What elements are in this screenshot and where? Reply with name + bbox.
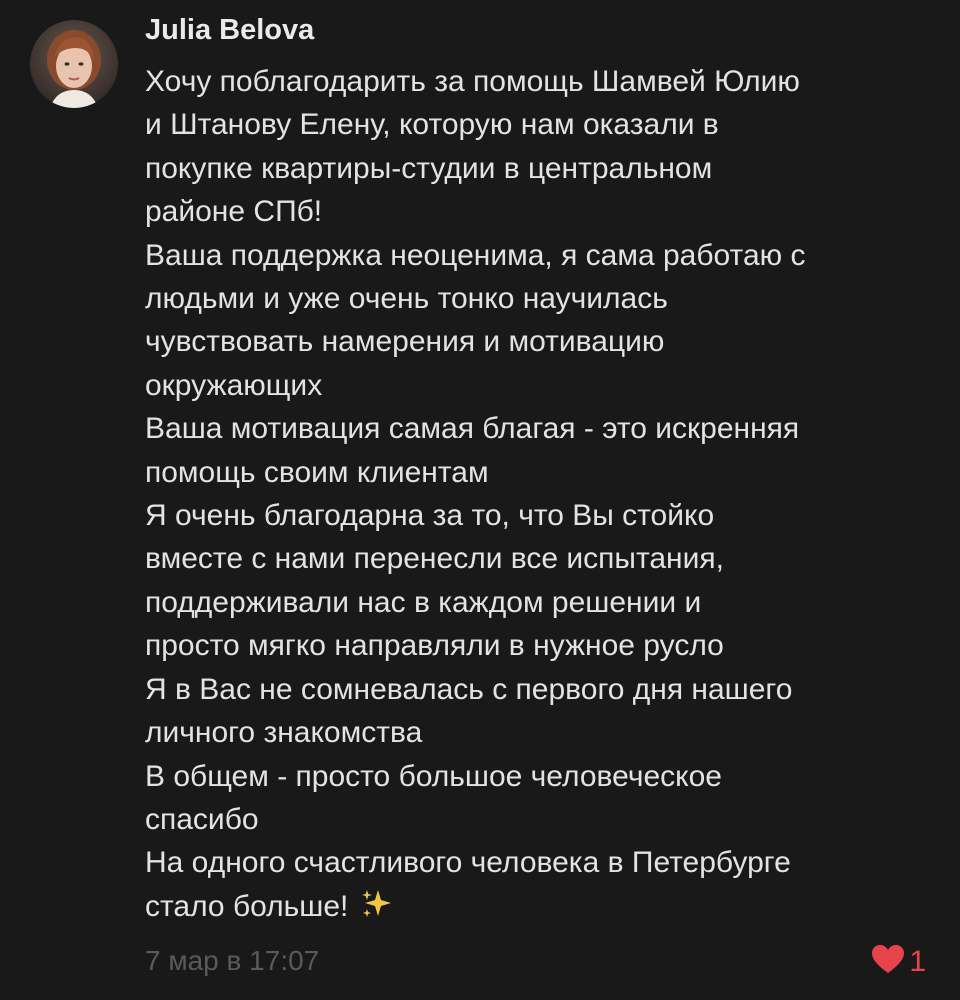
like-button[interactable]: 1 [871, 944, 926, 979]
heart-icon [871, 944, 905, 979]
avatar[interactable] [30, 20, 118, 108]
sparkles-icon [360, 888, 392, 932]
author-name[interactable]: Julia Belova [145, 14, 314, 47]
comment-line: окружающих [145, 368, 323, 402]
comment-line: помощь своим клиентам [145, 455, 489, 489]
comment-line: В общем - просто большое человеческое [145, 759, 722, 793]
comment-line: Я в Вас не сомневалась с первого дня наш… [145, 672, 793, 706]
comment: Julia Belova Хочу поблагодарить за помощ… [0, 0, 960, 1000]
comment-line: и Штанову Елену, которую нам оказали в [145, 108, 719, 142]
comment-line: На одного счастливого человека в Петербу… [145, 846, 791, 880]
comment-line-last: стало больше! [145, 885, 945, 932]
comment-line: вместе с нами перенесли все испытания, [145, 542, 724, 576]
comment-line: Я очень благодарна за то, что Вы стойко [145, 499, 715, 533]
comment-line: Ваша поддержка неоценима, я сама работаю… [145, 238, 806, 272]
comment-line: Хочу поблагодарить за помощь Шамвей Юлию [145, 65, 800, 98]
comment-line: покупке квартиры-студии в центральном [145, 151, 713, 185]
comment-line: спасибо [145, 802, 259, 836]
comment-line: людьми и уже очень тонко научилась [145, 282, 668, 316]
comment-line: личного знакомства [145, 716, 423, 750]
like-count: 1 [909, 944, 926, 978]
comment-line: чувствовать намерения и мотивацию [145, 325, 665, 359]
comment-line: Ваша мотивация самая благая - это искрен… [145, 412, 800, 446]
comment-text: Хочу поблагодарить за помощь Шамвей Юлию… [145, 60, 945, 932]
user-photo-icon [30, 20, 118, 108]
comment-line: районе СПб! [145, 195, 323, 229]
comment-line: поддерживали нас в каждом решении и [145, 585, 702, 619]
comment-line-text: стало больше! [145, 889, 349, 923]
timestamp[interactable]: 7 мар в 17:07 [145, 945, 319, 977]
comment-line: просто мягко направляли в нужное русло [145, 629, 724, 663]
